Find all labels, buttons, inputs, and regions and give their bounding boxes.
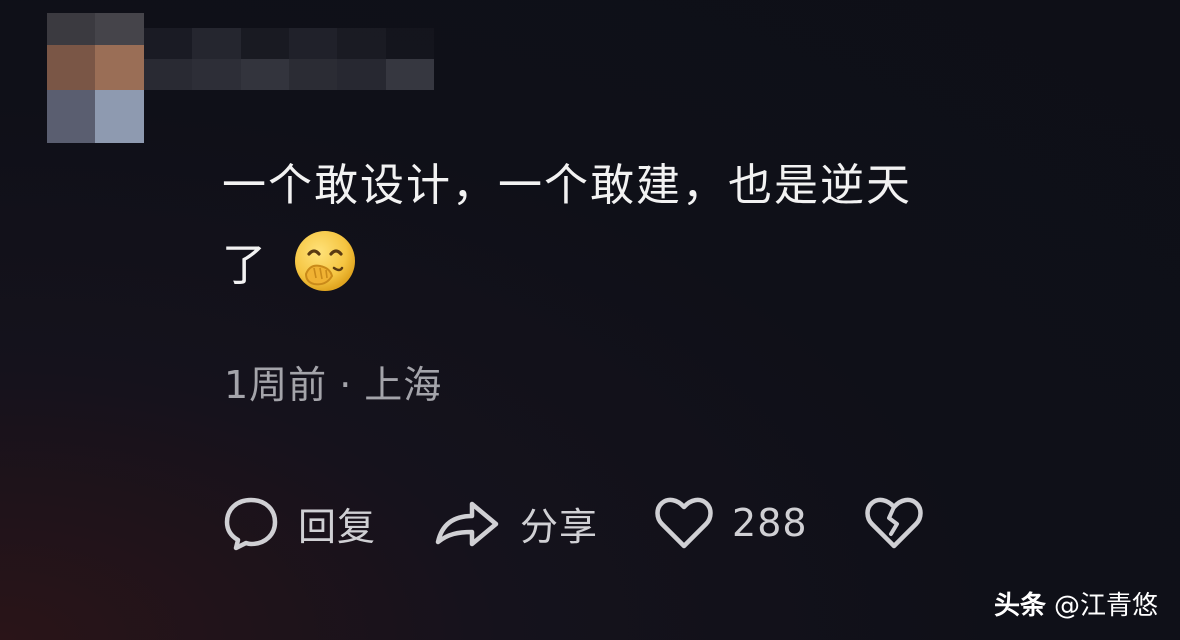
mosaic-block: [47, 13, 95, 45]
mosaic-block: [288, 59, 338, 90]
heart-icon: [654, 494, 714, 552]
comment-time: 1周前: [224, 363, 328, 407]
mosaic-block: [385, 59, 434, 90]
mosaic-block: [192, 59, 241, 90]
mosaic-block: [337, 28, 386, 59]
mosaic-block: [47, 90, 95, 143]
comment-line-1: 一个敢设计，一个敢建，也是逆天: [222, 160, 912, 211]
share-arrow-icon: [432, 494, 502, 552]
share-label: 分享: [520, 504, 599, 549]
mosaic-block: [192, 28, 241, 59]
comment-line-2-text: 了: [222, 240, 268, 291]
hand-over-mouth-emoji-icon: [292, 228, 358, 294]
watermark-brand: 头条: [993, 591, 1046, 621]
mosaic-block: [95, 90, 144, 143]
mosaic-block: [240, 28, 289, 59]
comment-line-2: 了: [222, 226, 1142, 306]
dislike-button[interactable]: [864, 494, 924, 552]
comment-text: 一个敢设计，一个敢建，也是逆天 了: [222, 146, 1142, 306]
mosaic-block: [240, 59, 289, 90]
reply-label: 回复: [298, 504, 377, 549]
share-button[interactable]: 分享: [432, 494, 598, 552]
mosaic-block: [144, 59, 193, 90]
watermark: 头条 @江青悠: [994, 585, 1158, 622]
speech-bubble-icon: [222, 494, 280, 552]
avatar-lower-mosaic: [47, 90, 144, 143]
username-blurred[interactable]: [144, 28, 434, 90]
meta-separator: ·: [339, 363, 353, 407]
mosaic-block: [337, 59, 386, 90]
comment-actions: 回复 分享 288: [222, 490, 980, 556]
comment-location: 上海: [364, 363, 443, 407]
reply-button[interactable]: 回复: [222, 494, 376, 552]
mosaic-block: [385, 28, 434, 59]
mosaic-block: [95, 13, 144, 45]
mosaic-block: [288, 28, 338, 59]
like-count: 288: [732, 501, 808, 545]
like-button[interactable]: 288: [654, 494, 808, 552]
mosaic-block: [144, 28, 193, 59]
broken-heart-icon: [864, 494, 924, 552]
watermark-handle: @江青悠: [1053, 591, 1158, 621]
comment-meta: 1周前 · 上海: [224, 354, 442, 409]
